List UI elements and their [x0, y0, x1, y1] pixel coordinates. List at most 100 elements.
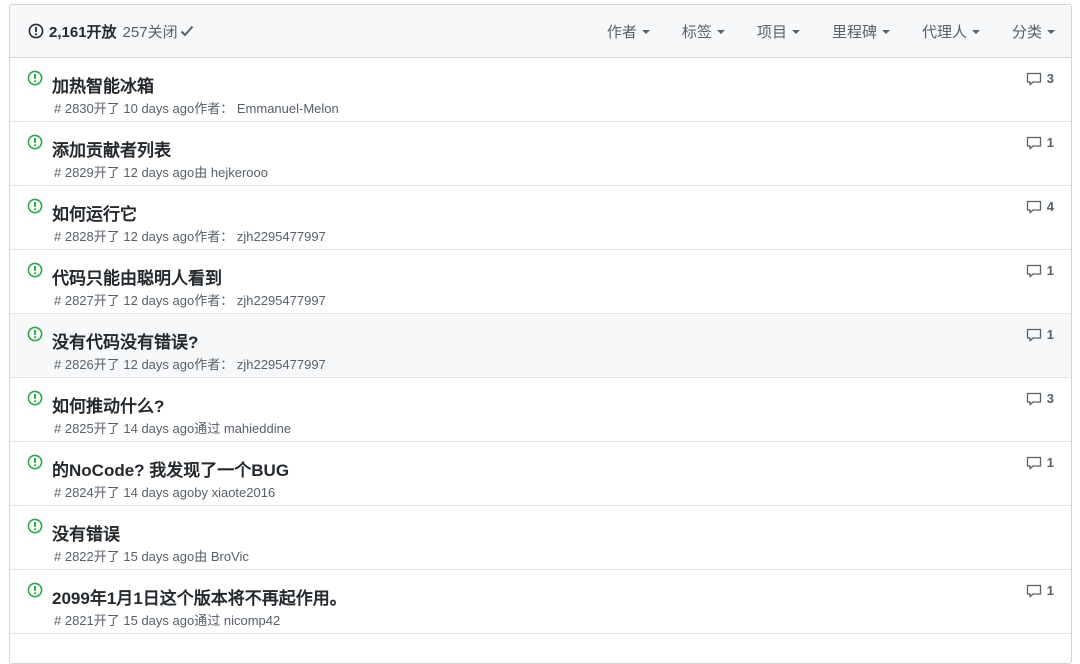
filter-assignee-label: 代理人	[921, 23, 967, 41]
comment-icon	[1026, 456, 1041, 469]
issue-comments-link[interactable]: 3	[1026, 71, 1054, 86]
caret-down-icon	[641, 30, 650, 34]
issue-opened-time: 开了 12 days ago	[93, 229, 195, 244]
issue-title-link[interactable]: 2099年1月1日这个版本将不再起作用。	[52, 584, 347, 609]
closed-issues-count: 257关闭	[122, 23, 178, 41]
issue-title-link[interactable]: 没有代码没有错误?	[52, 328, 198, 353]
issue-row: 如何推动什么? # 2825开了 14 days ago通过 mahieddin…	[10, 378, 1071, 442]
issue-title-link[interactable]: 加热智能冰箱	[52, 72, 154, 97]
issue-meta: # 2830开了 10 days ago作者： Emmanuel-Melon	[54, 98, 339, 117]
filter-assignee-dropdown[interactable]: 代理人	[922, 21, 980, 42]
caret-down-icon	[1047, 30, 1055, 34]
filter-projects-dropdown[interactable]: 项目	[757, 21, 800, 42]
issue-comment-count: 1	[1046, 135, 1054, 150]
issue-meta: # 2827开了 12 days ago作者： zjh2295477997	[54, 290, 326, 309]
caret-down-icon	[716, 30, 725, 34]
issue-comment-count: 1	[1046, 327, 1054, 342]
issue-number: # 2821	[54, 613, 94, 628]
filter-labels-label: 标签	[681, 23, 712, 41]
issues-list-header: 2,161开放 257关闭 作者 标签 项目 里程碑 代理人 分类	[10, 5, 1071, 58]
issue-title-link[interactable]: 如何推动什么?	[52, 392, 164, 417]
issue-title-link[interactable]: 的NoCode? 我发现了一个BUG	[52, 456, 289, 481]
filter-sort-label: 分类	[1011, 23, 1042, 41]
issue-comments-link[interactable]: 1	[1026, 263, 1054, 278]
issue-meta: # 2828开了 12 days ago作者： zjh2295477997	[54, 226, 326, 245]
issues-list-box: 2,161开放 257关闭 作者 标签 项目 里程碑 代理人 分类 加热智能冰箱…	[9, 4, 1072, 664]
issue-meta: # 2821开了 15 days ago通过 nicomp42	[54, 610, 280, 629]
issue-opened-icon	[27, 518, 43, 534]
filter-milestones-dropdown[interactable]: 里程碑	[832, 21, 890, 42]
filter-author-label: 作者	[606, 23, 637, 41]
issue-opened-icon	[27, 582, 43, 598]
issue-author-link[interactable]: Emmanuel-Melon	[237, 101, 339, 116]
issue-comment-count: 4	[1046, 199, 1054, 214]
issue-title-link[interactable]: 代码只能由聪明人看到	[52, 264, 222, 289]
issue-row: 的NoCode? 我发现了一个BUG # 2824开了 14 days agob…	[10, 442, 1071, 506]
issue-title-link[interactable]: 如何运行它	[52, 200, 137, 225]
issue-number: # 2826	[54, 357, 94, 372]
issue-meta: # 2824开了 14 days agoby xiaote2016	[54, 482, 275, 501]
issue-number: # 2830	[54, 101, 94, 116]
issue-comments-link[interactable]: 3	[1026, 391, 1054, 406]
comment-icon	[1026, 136, 1041, 149]
issue-author-link[interactable]: BroVic	[211, 549, 249, 564]
issue-opened-time: 开了 15 days ago	[93, 613, 195, 628]
issue-opened-icon	[27, 454, 43, 470]
issue-author-link[interactable]: zjh2295477997	[237, 357, 326, 372]
issue-author-link[interactable]: mahieddine	[224, 421, 291, 436]
filter-author-dropdown[interactable]: 作者	[607, 21, 650, 42]
issue-comments-link[interactable]: 1	[1026, 327, 1054, 342]
closed-issues-link[interactable]: 257关闭	[123, 21, 194, 42]
issue-comment-count: 3	[1046, 391, 1054, 406]
issue-opened-time: 开了 12 days ago	[93, 357, 195, 372]
issue-number: # 2827	[54, 293, 94, 308]
issue-opened-time: 开了 12 days ago	[93, 165, 195, 180]
issue-opened-icon	[27, 70, 43, 86]
issue-row: 添加贡献者列表 # 2829开了 12 days ago由 hejkerooo …	[10, 122, 1071, 186]
open-issues-count: 2,161开放	[49, 23, 117, 41]
issue-author-link[interactable]: hejkerooo	[211, 165, 268, 180]
issue-comment-count: 1	[1046, 263, 1054, 278]
filter-bar: 作者 标签 项目 里程碑 代理人 分类	[607, 21, 1055, 42]
issue-by-label: 作者：	[194, 357, 234, 372]
filter-labels-dropdown[interactable]: 标签	[682, 21, 725, 42]
open-issues-link[interactable]: 2,161开放	[28, 21, 117, 42]
comment-icon	[1026, 328, 1041, 341]
issue-author-link[interactable]: nicomp42	[224, 613, 280, 628]
issue-author-link[interactable]: zjh2295477997	[237, 293, 326, 308]
comment-icon	[1026, 264, 1041, 277]
issue-opened-icon	[27, 198, 43, 214]
issue-comment-count: 3	[1046, 71, 1054, 86]
issue-opened-icon	[27, 390, 43, 406]
issue-opened-time: 开了 15 days ago	[93, 549, 195, 564]
issue-meta: # 2826开了 12 days ago作者： zjh2295477997	[54, 354, 326, 373]
issue-by-label: 作者：	[194, 293, 234, 308]
caret-down-icon	[971, 30, 980, 34]
filter-projects-label: 项目	[756, 23, 787, 41]
caret-down-icon	[881, 30, 890, 34]
issue-number: # 2825	[54, 421, 94, 436]
issue-number: # 2828	[54, 229, 94, 244]
comment-icon	[1026, 200, 1041, 213]
issue-title-link[interactable]: 添加贡献者列表	[52, 136, 171, 161]
filter-sort-dropdown[interactable]: 分类	[1012, 21, 1055, 42]
issue-comments-link[interactable]: 1	[1026, 583, 1054, 598]
issue-number: # 2824	[54, 485, 94, 500]
issue-by-label: 作者：	[194, 101, 234, 116]
issue-row: 代码只能由聪明人看到 # 2827开了 12 days ago作者： zjh22…	[10, 250, 1071, 314]
issue-list: 加热智能冰箱 # 2830开了 10 days ago作者： Emmanuel-…	[10, 58, 1071, 634]
comment-icon	[1026, 584, 1041, 597]
issue-author-link[interactable]: zjh2295477997	[237, 229, 326, 244]
issue-row: 没有代码没有错误? # 2826开了 12 days ago作者： zjh229…	[10, 314, 1071, 378]
issue-row: 没有错误 # 2822开了 15 days ago由 BroVic	[10, 506, 1071, 570]
issue-title-link[interactable]: 没有错误	[52, 520, 120, 545]
issue-meta: # 2822开了 15 days ago由 BroVic	[54, 546, 249, 565]
issue-author-link[interactable]: xiaote2016	[212, 485, 276, 500]
issue-by-label: 通过	[194, 613, 221, 628]
filter-milestones-label: 里程碑	[831, 23, 877, 41]
issue-opened-icon	[28, 23, 44, 39]
issue-comments-link[interactable]: 1	[1026, 455, 1054, 470]
issue-comments-link[interactable]: 1	[1026, 135, 1054, 150]
issue-row: 如何运行它 # 2828开了 12 days ago作者： zjh2295477…	[10, 186, 1071, 250]
issue-comments-link[interactable]: 4	[1026, 199, 1054, 214]
